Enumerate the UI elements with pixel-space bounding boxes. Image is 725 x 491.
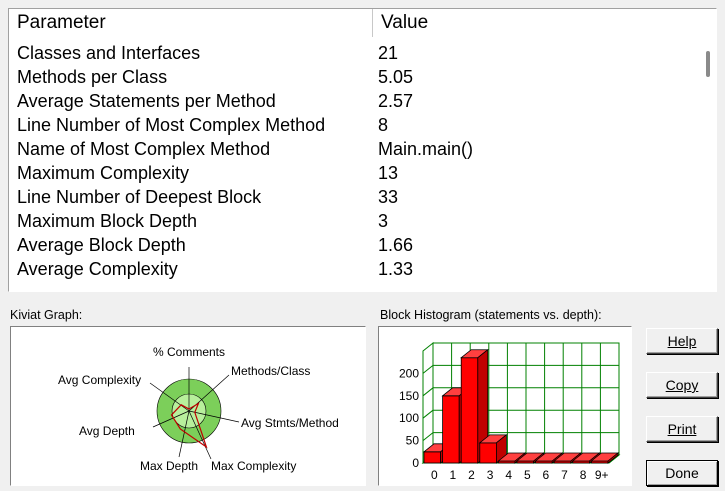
value-cell: 13 (378, 163, 399, 183)
histogram-grid-depth-line (422, 387, 434, 397)
value-cell: 1.33 (378, 259, 414, 279)
histogram-y-tick-label: 150 (399, 389, 419, 403)
table-row[interactable]: Line Number of Most Complex Method 8 (9, 113, 699, 137)
table-row[interactable]: Average Statements per Method 2.57 (9, 89, 699, 113)
table-body: Classes and Interfaces 21 Methods per Clas… (9, 41, 699, 281)
kiviat-axis-label: Max Complexity (211, 459, 296, 473)
kiviat-graph-svg: % Comments Methods/Class Avg Stmts/Method M… (58, 345, 339, 473)
parameter-cell: Maximum Complexity (17, 163, 190, 183)
histogram-x-tick-label: 5 (524, 468, 531, 482)
table-header: Parameter Value (9, 9, 709, 37)
table-row[interactable]: Average Complexity 1.33 (9, 257, 699, 281)
parameter-cell: Average Complexity (17, 259, 178, 279)
parameter-cell: Line Number of Deepest Block (17, 187, 262, 207)
value-cell: 8 (378, 115, 389, 135)
value-cell: 33 (378, 187, 399, 207)
table-row[interactable]: Line Number of Deepest Block 33 (9, 185, 699, 209)
parameter-cell: Average Statements per Method (17, 91, 276, 111)
table-row[interactable]: Maximum Block Depth 3 (9, 209, 699, 233)
histogram-grid-depth-line (422, 409, 434, 419)
kiviat-graph-label: Kiviat Graph: (10, 308, 83, 322)
vertical-scroll-thumb[interactable] (706, 51, 710, 77)
parameter-cell: Methods per Class (17, 67, 168, 87)
histogram-y-tick-label: 0 (412, 456, 419, 470)
kiviat-axis-label: Max Depth (140, 459, 198, 473)
histogram-grid-depth-line (422, 432, 434, 441)
table-row[interactable]: Methods per Class 5.05 (9, 65, 699, 89)
kiviat-axis-label: Avg Complexity (58, 373, 141, 387)
value-cell: 2.57 (378, 91, 414, 111)
table-row[interactable]: Classes and Interfaces 21 (9, 41, 699, 65)
value-cell: 3 (378, 211, 389, 231)
histogram-x-tick-label: 0 (431, 468, 438, 482)
parameter-cell: Line Number of Most Complex Method (17, 115, 326, 135)
histogram-x-tick-label: 4 (505, 468, 512, 482)
histogram-x-tick-label: 2 (468, 468, 475, 482)
parameter-column-header[interactable]: Parameter (9, 9, 373, 37)
value-cell: 1.66 (378, 235, 414, 255)
histogram-y-tick-label: 100 (399, 411, 419, 425)
parameter-cell: Classes and Interfaces (17, 43, 201, 63)
vertical-scrollbar[interactable] (701, 39, 716, 291)
kiviat-axis-label: Avg Depth (79, 424, 135, 438)
block-histogram-label: Block Histogram (statements vs. depth): (380, 308, 602, 322)
table-row[interactable]: Average Block Depth 1.66 (9, 233, 699, 257)
histogram-x-tick-label: 1 (450, 468, 457, 482)
histogram-y-tick-label: 200 (399, 366, 419, 380)
histogram-bar-front (460, 357, 479, 464)
histogram-x-tick-label: 3 (487, 468, 494, 482)
value-cell: 5.05 (378, 67, 414, 87)
parameter-cell: Name of Most Complex Method (17, 139, 271, 159)
parameter-cell: Average Block Depth (17, 235, 186, 255)
histogram-bar-front (479, 442, 497, 464)
histogram-left-wall (422, 341, 434, 465)
histogram-x-tick-label: 7 (561, 468, 568, 482)
histogram-bar-front (442, 395, 460, 464)
kiviat-graph: % Comments Methods/Class Avg Stmts/Method M… (10, 326, 366, 486)
histogram-x-tick-label: 6 (543, 468, 550, 482)
histogram-y-tick-label: 50 (406, 434, 420, 448)
metrics-table[interactable]: Parameter Value Classes and Interfaces 21… (8, 8, 717, 292)
parameter-cell: Maximum Block Depth (17, 211, 198, 231)
histogram-grid-depth-line (422, 365, 434, 374)
value-cell: Main.main() (378, 139, 474, 159)
kiviat-axis-label: % Comments (153, 345, 225, 359)
done-button[interactable]: Done (646, 460, 718, 486)
value-column-header[interactable]: Value (373, 9, 709, 37)
histogram-x-tick-label: 8 (580, 468, 587, 482)
table-row[interactable]: Maximum Complexity 13 (9, 161, 699, 185)
kiviat-axis-label: Avg Stmts/Method (241, 416, 339, 430)
print-button[interactable]: Print (646, 416, 718, 442)
table-row[interactable]: Name of Most Complex Method Main.main() (9, 137, 699, 161)
value-cell: 21 (378, 43, 399, 63)
block-histogram-svg: 0501001502000 1 2 3 4 5 6 7 8 9+ (399, 341, 621, 482)
help-button[interactable]: Help (646, 328, 718, 354)
histogram-x-tick-label: 9+ (595, 468, 609, 482)
block-histogram: 0 50 100 150 200 0 1 2 3 4 5 6 7 8 9+ (378, 326, 632, 486)
histogram-bar-front (423, 451, 442, 464)
horizontal-scrollbar[interactable] (23, 291, 699, 292)
kiviat-axis-label: Methods/Class (231, 364, 310, 378)
copy-button[interactable]: Copy (646, 372, 718, 398)
